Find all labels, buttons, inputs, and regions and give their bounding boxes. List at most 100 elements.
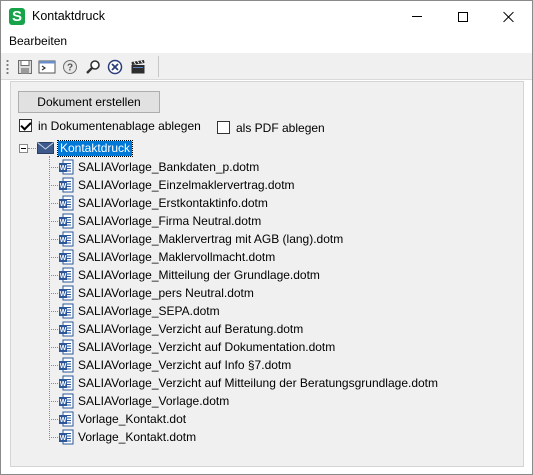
cancel-icon: [107, 59, 123, 75]
word-document-icon: W: [59, 429, 74, 445]
tree-item-label: SALIAVorlage_Verzicht auf Dokumentation.…: [78, 340, 336, 354]
tree-item[interactable]: W SALIAVorlage_Maklervollmacht.dotm: [49, 248, 509, 266]
tree-collapse-toggle[interactable]: [19, 144, 28, 153]
svg-text:?: ?: [67, 63, 73, 74]
tree-item-label: SALIAVorlage_Verzicht auf Beratung.dotm: [78, 322, 304, 336]
tree-item[interactable]: W SALIAVorlage_Verzicht auf Mitteilung de…: [49, 374, 509, 392]
tree-item-label: SALIAVorlage_Mitteilung der Grundlage.do…: [78, 268, 320, 282]
svg-text:W: W: [60, 165, 67, 172]
help-icon: ?: [63, 60, 77, 74]
svg-text:W: W: [60, 201, 67, 208]
save-icon: [18, 60, 32, 74]
tree-connector: [49, 365, 58, 366]
tree-item-label: SALIAVorlage_Vorlage.dotm: [78, 394, 230, 408]
word-document-icon: W: [59, 375, 74, 391]
tree-item[interactable]: W SALIAVorlage_Verzicht auf Beratung.dotm: [49, 320, 509, 338]
word-document-icon: W: [59, 267, 74, 283]
tree-connector: [49, 329, 58, 330]
menu-bar: Bearbeiten: [1, 32, 532, 51]
help-button[interactable]: ?: [60, 57, 80, 77]
menu-bearbeiten[interactable]: Bearbeiten: [9, 34, 67, 48]
word-document-icon: W: [59, 177, 74, 193]
tree-item[interactable]: W SALIAVorlage_Mitteilung der Grundlage.d…: [49, 266, 509, 284]
svg-text:W: W: [60, 399, 67, 406]
template-tree: Kontaktdruck W SALIAVorlage_Bankdaten_p.d…: [11, 82, 523, 466]
word-document-icon: W: [59, 195, 74, 211]
tree-connector: [49, 419, 58, 420]
tree-item[interactable]: W SALIAVorlage_Verzicht auf Info §7.dotm: [49, 356, 509, 374]
tree-connector: [49, 203, 58, 204]
tree-connector: [49, 275, 58, 276]
svg-text:W: W: [60, 381, 67, 388]
word-document-icon: W: [59, 231, 74, 247]
toolbar-grip[interactable]: [6, 59, 9, 75]
tree-connector: [49, 239, 58, 240]
word-document-icon: W: [59, 411, 74, 427]
toolbar: ?: [1, 53, 532, 80]
tree-item-label: SALIAVorlage_Firma Neutral.dotm: [78, 214, 262, 228]
tree-item[interactable]: W SALIAVorlage_Erstkontaktinfo.dotm: [49, 194, 509, 212]
maximize-icon: [458, 11, 468, 22]
tree-connector: [49, 311, 58, 312]
word-document-icon: W: [59, 339, 74, 355]
tree-item-label: SALIAVorlage_Verzicht auf Mitteilung der…: [78, 376, 438, 390]
svg-text:W: W: [60, 273, 67, 280]
cancel-button[interactable]: [105, 57, 125, 77]
tree-item-label: Vorlage_Kontakt.dot: [78, 412, 187, 426]
tree-item-label: SALIAVorlage_SEPA.dotm: [78, 304, 220, 318]
word-document-icon: W: [59, 285, 74, 301]
media-button[interactable]: [128, 57, 148, 77]
title-bar[interactable]: S Kontaktdruck: [1, 1, 532, 32]
console-button[interactable]: [37, 57, 57, 77]
save-button[interactable]: [15, 57, 35, 77]
tree-item-label: Vorlage_Kontakt.dotm: [78, 430, 197, 444]
minimize-button[interactable]: [394, 1, 440, 32]
tree-item-label: SALIAVorlage_Verzicht auf Info §7.dotm: [78, 358, 292, 372]
close-button[interactable]: [486, 1, 532, 32]
tree-item[interactable]: W SALIAVorlage_Firma Neutral.dotm: [49, 212, 509, 230]
tree-connector: [49, 347, 58, 348]
tree-connector: [49, 293, 58, 294]
maximize-button[interactable]: [440, 1, 486, 32]
tree-item-label: SALIAVorlage_Maklervollmacht.dotm: [78, 250, 276, 264]
svg-text:W: W: [60, 183, 67, 190]
word-document-icon: W: [59, 159, 74, 175]
tree-item[interactable]: W Vorlage_Kontakt.dot: [49, 410, 509, 428]
tree-item[interactable]: W SALIAVorlage_Vorlage.dotm: [49, 392, 509, 410]
tree-connector: [49, 437, 58, 438]
tree-item[interactable]: W Vorlage_Kontakt.dotm: [49, 428, 509, 446]
app-window: S Kontaktdruck Bearbeiten ? Dokument ers…: [0, 0, 533, 475]
tree-item-label: SALIAVorlage_Einzelmaklervertrag.dotm: [78, 178, 295, 192]
tree-item-label: SALIAVorlage_Maklervertrag mit AGB (lang…: [78, 232, 344, 246]
word-document-icon: W: [59, 321, 74, 337]
search-button[interactable]: [83, 57, 103, 77]
search-icon: [86, 60, 100, 74]
content-panel: Dokument erstellen in Dokumentenablage a…: [10, 81, 524, 467]
tree-item[interactable]: W SALIAVorlage_pers Neutral.dotm: [49, 284, 509, 302]
svg-text:W: W: [60, 255, 67, 262]
tree-item[interactable]: W SALIAVorlage_Maklervertrag mit AGB (lan…: [49, 230, 509, 248]
svg-text:W: W: [60, 291, 67, 298]
window-title: Kontaktdruck: [32, 9, 105, 23]
word-document-icon: W: [59, 303, 74, 319]
svg-text:W: W: [60, 327, 67, 334]
tree-item[interactable]: W SALIAVorlage_Verzicht auf Dokumentation…: [49, 338, 509, 356]
terminal-icon: [38, 60, 56, 74]
word-document-icon: W: [59, 213, 74, 229]
tree-item[interactable]: W SALIAVorlage_SEPA.dotm: [49, 302, 509, 320]
svg-text:W: W: [60, 345, 67, 352]
word-document-icon: W: [59, 357, 74, 373]
tree-root-kontaktdruck[interactable]: Kontaktdruck: [56, 140, 134, 157]
tree-item[interactable]: W SALIAVorlage_Bankdaten_p.dotm: [49, 158, 509, 176]
toolbar-separator: [158, 56, 159, 77]
tree-item-label: SALIAVorlage_Bankdaten_p.dotm: [78, 160, 260, 174]
tree-connector: [49, 383, 58, 384]
tree-item[interactable]: W SALIAVorlage_Einzelmaklervertrag.dotm: [49, 176, 509, 194]
tree-connector: [49, 401, 58, 402]
envelope-icon: [37, 142, 54, 154]
svg-text:W: W: [60, 417, 67, 424]
svg-text:W: W: [60, 237, 67, 244]
word-document-icon: W: [59, 249, 74, 265]
svg-text:W: W: [60, 219, 67, 226]
svg-text:W: W: [60, 363, 67, 370]
